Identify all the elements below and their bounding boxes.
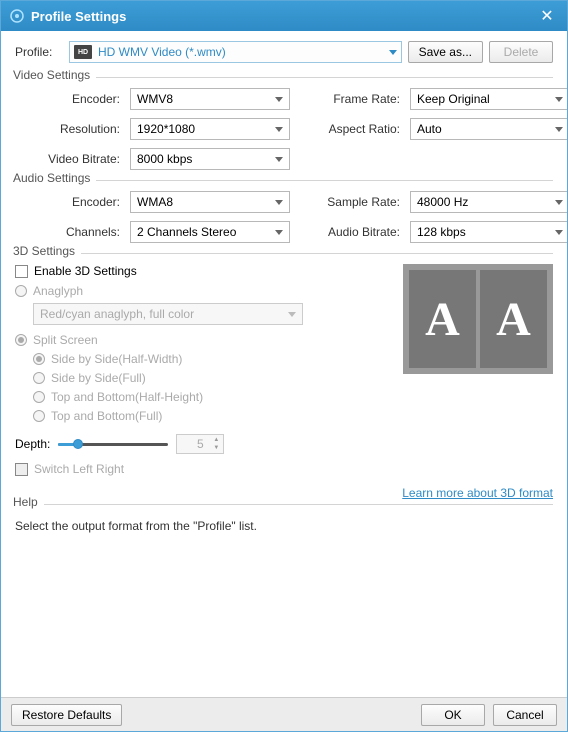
- help-legend: Help: [13, 495, 44, 509]
- sample-rate-label: Sample Rate:: [300, 195, 400, 209]
- video-encoder-label: Encoder:: [15, 92, 120, 106]
- enable-3d-checkbox[interactable]: [15, 265, 28, 278]
- slider-thumb[interactable]: [73, 439, 83, 449]
- switch-lr-checkbox: [15, 463, 28, 476]
- content-area: Profile: HD HD WMV Video (*.wmv) Save as…: [1, 31, 567, 697]
- tb-full-radio: [33, 410, 45, 422]
- anaglyph-radio: [15, 285, 27, 297]
- chevron-down-icon: [275, 230, 283, 235]
- spinner-down-icon: ▼: [210, 444, 222, 452]
- channels-select[interactable]: 2 Channels Stereo: [130, 221, 290, 243]
- window-title: Profile Settings: [31, 9, 535, 24]
- video-settings-group: Video Settings Encoder: WMV8 Frame Rate:…: [15, 77, 553, 170]
- app-icon: [9, 8, 25, 24]
- tb-half-radio: [33, 391, 45, 403]
- chevron-down-icon: [275, 200, 283, 205]
- resolution-label: Resolution:: [15, 122, 120, 136]
- chevron-down-icon: [389, 50, 397, 55]
- learn-more-link[interactable]: Learn more about 3D format: [402, 486, 553, 500]
- tb-half-label: Top and Bottom(Half-Height): [51, 390, 203, 404]
- save-as-button[interactable]: Save as...: [408, 41, 483, 63]
- audio-bitrate-select[interactable]: 128 kbps: [410, 221, 567, 243]
- chevron-down-icon: [555, 200, 563, 205]
- help-text: Select the output format from the "Profi…: [15, 519, 553, 533]
- sbs-half-label: Side by Side(Half-Width): [51, 352, 182, 366]
- delete-button: Delete: [489, 41, 553, 63]
- switch-lr-label: Switch Left Right: [34, 462, 124, 476]
- chevron-down-icon: [555, 97, 563, 102]
- profile-settings-dialog: Profile Settings ✕ Profile: HD HD WMV Vi…: [0, 0, 568, 732]
- audio-encoder-select[interactable]: WMA8: [130, 191, 290, 213]
- aspect-ratio-label: Aspect Ratio:: [300, 122, 400, 136]
- ok-button[interactable]: OK: [421, 704, 485, 726]
- enable-3d-label: Enable 3D Settings: [34, 264, 137, 278]
- video-settings-legend: Video Settings: [13, 68, 96, 82]
- sample-rate-select[interactable]: 48000 Hz: [410, 191, 567, 213]
- spinner-up-icon: ▲: [210, 436, 222, 444]
- frame-rate-select[interactable]: Keep Original: [410, 88, 567, 110]
- chevron-down-icon: [275, 97, 283, 102]
- close-icon[interactable]: ✕: [535, 4, 559, 28]
- profile-value: HD WMV Video (*.wmv): [98, 45, 226, 59]
- channels-label: Channels:: [15, 225, 120, 239]
- sbs-half-radio: [33, 353, 45, 365]
- split-screen-label: Split Screen: [33, 333, 98, 347]
- frame-rate-label: Frame Rate:: [300, 92, 400, 106]
- chevron-down-icon: [555, 127, 563, 132]
- 3d-settings-legend: 3D Settings: [13, 244, 81, 258]
- split-screen-radio: [15, 334, 27, 346]
- profile-row: Profile: HD HD WMV Video (*.wmv) Save as…: [15, 41, 553, 63]
- hd-video-icon: HD: [74, 45, 92, 59]
- audio-encoder-label: Encoder:: [15, 195, 120, 209]
- 3d-preview: A A: [403, 264, 553, 374]
- aspect-ratio-select[interactable]: Auto: [410, 118, 567, 140]
- video-bitrate-select[interactable]: 8000 kbps: [130, 148, 290, 170]
- audio-bitrate-label: Audio Bitrate:: [300, 225, 400, 239]
- chevron-down-icon: [275, 157, 283, 162]
- anaglyph-label: Anaglyph: [33, 284, 83, 298]
- depth-label: Depth:: [15, 437, 50, 451]
- video-bitrate-label: Video Bitrate:: [15, 152, 120, 166]
- dialog-footer: Restore Defaults OK Cancel: [1, 697, 567, 731]
- chevron-down-icon: [275, 127, 283, 132]
- profile-label: Profile:: [15, 45, 63, 59]
- depth-slider[interactable]: [58, 437, 168, 451]
- sbs-full-label: Side by Side(Full): [51, 371, 146, 385]
- chevron-down-icon: [555, 230, 563, 235]
- preview-left: A: [409, 270, 476, 368]
- audio-settings-group: Audio Settings Encoder: WMA8 Sample Rate…: [15, 180, 553, 243]
- profile-combobox[interactable]: HD HD WMV Video (*.wmv): [69, 41, 402, 63]
- cancel-button[interactable]: Cancel: [493, 704, 557, 726]
- anaglyph-mode-select: Red/cyan anaglyph, full color: [33, 303, 303, 325]
- restore-defaults-button[interactable]: Restore Defaults: [11, 704, 122, 726]
- video-encoder-select[interactable]: WMV8: [130, 88, 290, 110]
- chevron-down-icon: [288, 312, 296, 317]
- titlebar: Profile Settings ✕: [1, 1, 567, 31]
- 3d-settings-group: 3D Settings Enable 3D Settings Anaglyph: [15, 253, 553, 500]
- audio-settings-legend: Audio Settings: [13, 171, 96, 185]
- resolution-select[interactable]: 1920*1080: [130, 118, 290, 140]
- preview-right: A: [480, 270, 547, 368]
- sbs-full-radio: [33, 372, 45, 384]
- tb-full-label: Top and Bottom(Full): [51, 409, 162, 423]
- depth-spinner: 5 ▲▼: [176, 434, 224, 454]
- help-group: Help Select the output format from the "…: [15, 504, 553, 533]
